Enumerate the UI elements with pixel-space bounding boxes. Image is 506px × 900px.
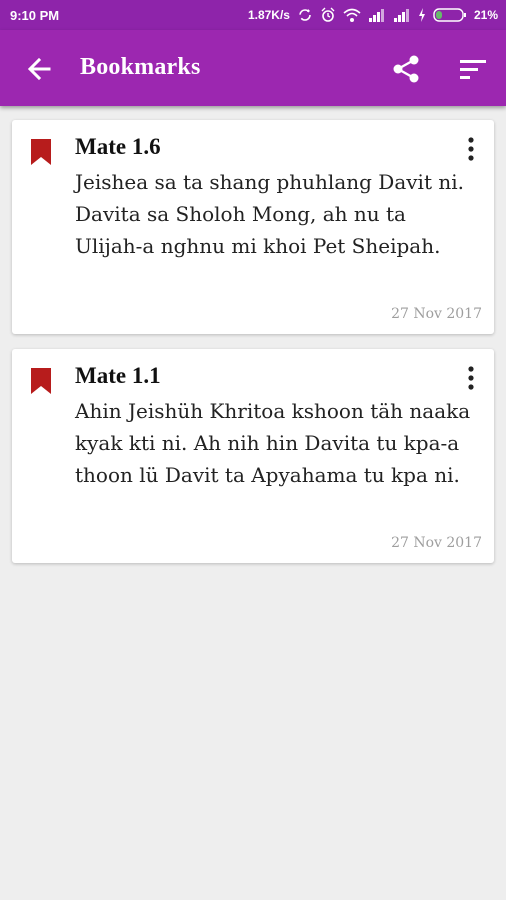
wifi-icon [343,7,361,23]
status-indicators: 1.87K/s 21% [248,6,498,24]
page-title: Bookmarks [80,54,201,80]
more-options-icon[interactable] [460,363,482,393]
sync-icon [297,7,313,23]
bookmark-icon [30,138,52,166]
bookmark-reference: Mate 1.6 [75,134,161,159]
status-time: 9:10 PM [10,8,60,23]
bookmark-icon [30,367,52,395]
bookmark-card[interactable]: Mate 1.1 Ahin Jeishüh Khritoa kshoon täh… [12,349,494,563]
network-speed: 1.87K/s [247,8,290,22]
alarm-icon [320,7,336,23]
bookmark-verse-text: Ahin Jeishüh Khritoa kshoon täh naaka ky… [75,399,471,487]
more-options-icon[interactable] [460,134,482,164]
bookmark-reference: Mate 1.1 [75,363,161,388]
app-bar: Bookmarks [0,30,506,106]
back-arrow-icon[interactable] [22,52,56,86]
signal-icon [368,8,386,22]
status-bar: 9:10 PM 1.87K/s 21% [0,0,506,30]
sort-icon[interactable] [456,52,490,86]
bookmark-date: 27 Nov 2017 [391,535,482,551]
charging-icon [418,8,426,22]
battery-icon [433,8,467,22]
bookmark-verse-text: Jeishea sa ta shang phuhlang Davit ni. D… [75,170,464,258]
signal-icon [393,8,411,22]
share-icon[interactable] [390,52,422,86]
bookmark-date: 27 Nov 2017 [391,306,482,322]
battery-percent: 21% [473,8,498,22]
bookmark-card[interactable]: Mate 1.6 Jeishea sa ta shang phuhlang Da… [12,120,494,334]
